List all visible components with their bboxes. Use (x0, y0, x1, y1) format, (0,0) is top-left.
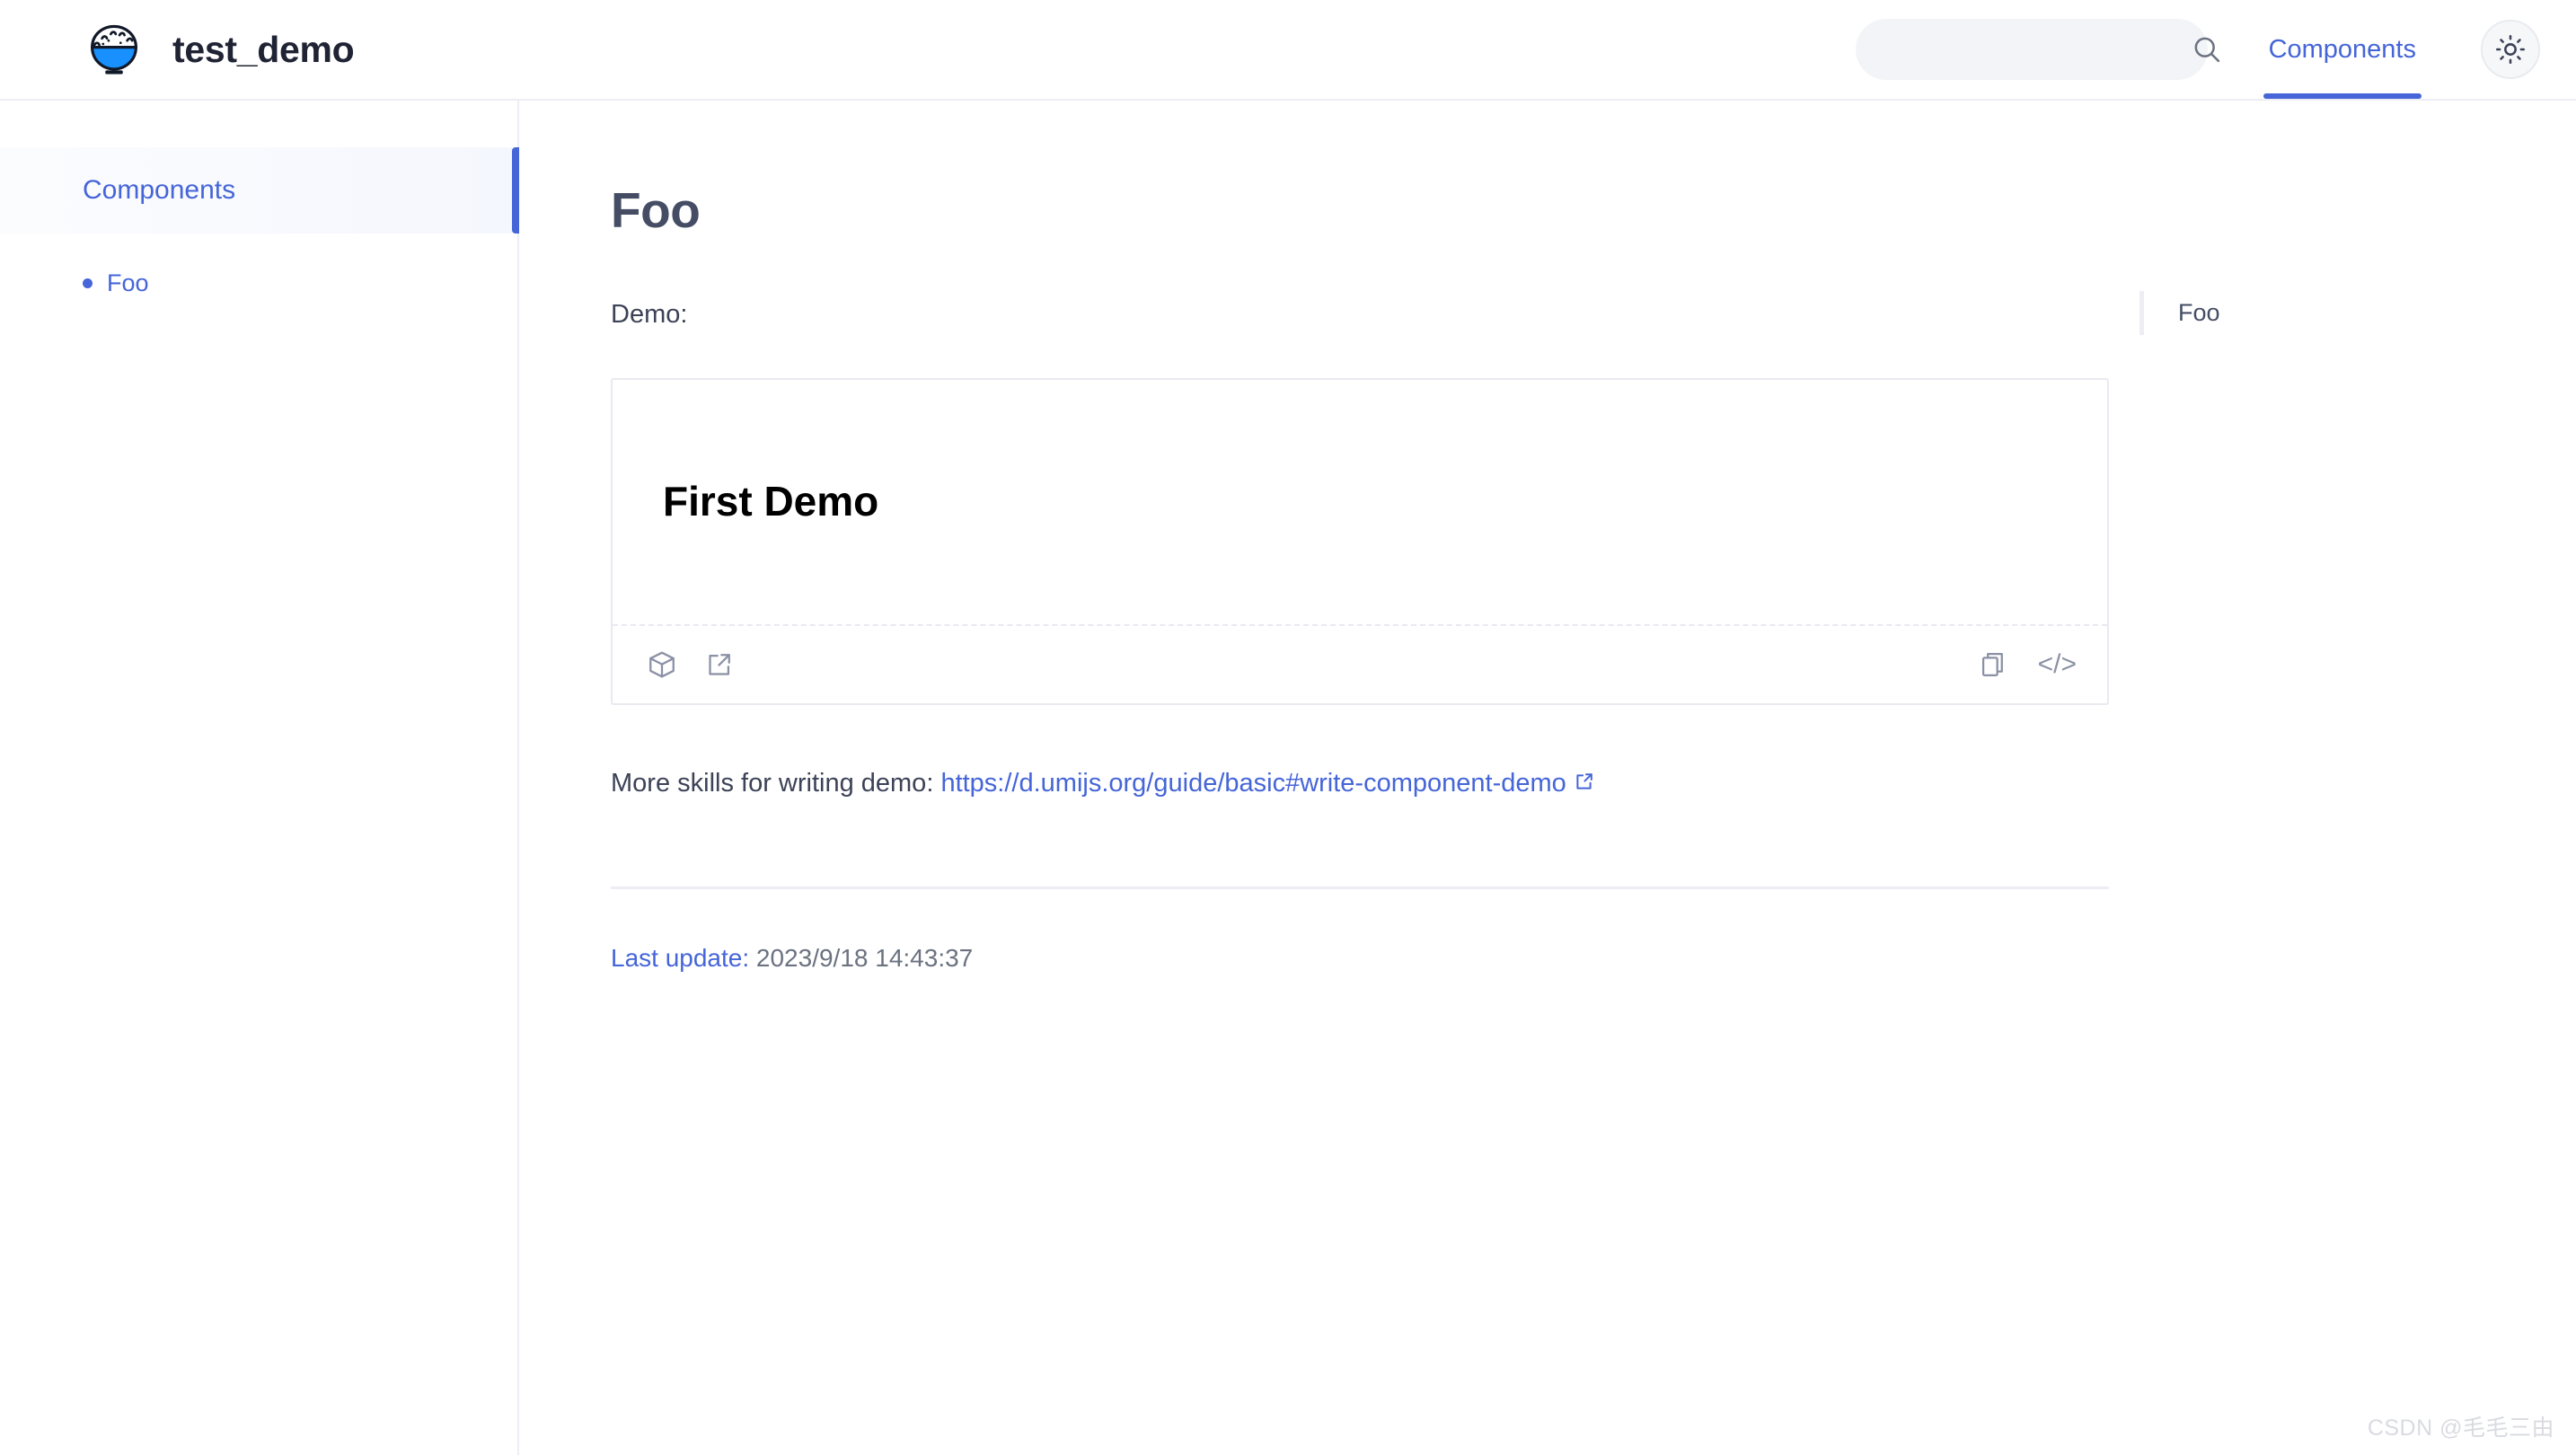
nav-item-label: Components (2268, 34, 2416, 64)
skills-text: More skills for writing demo: (611, 768, 934, 798)
demo-label: Demo: (611, 299, 688, 329)
brand-title: test_demo (172, 28, 355, 70)
search-input[interactable] (1885, 19, 2191, 80)
skills-link[interactable]: https://d.umijs.org/guide/basic#write-co… (940, 769, 1566, 798)
rice-bowl-logo (79, 14, 149, 84)
search-icon[interactable] (2191, 33, 2223, 66)
sidebar-group-components[interactable]: Components (0, 147, 519, 234)
demo-preview: First Demo (613, 380, 2107, 624)
theme-toggle-button[interactable] (2481, 20, 2540, 79)
demo-toolbar: </> (613, 623, 2107, 703)
codesandbox-box-icon[interactable] (647, 649, 677, 680)
search-box[interactable] (1855, 19, 2219, 80)
toc-panel: Foo (2109, 101, 2576, 1455)
demo-block: First Demo </> (611, 377, 2109, 705)
toc-item-label: Foo (2178, 299, 2220, 326)
external-link-icon[interactable] (704, 649, 735, 680)
sidebar-item-foo[interactable]: Foo (83, 268, 517, 299)
last-update: Last update: 2023/9/18 14:43:37 (611, 939, 2109, 977)
watermark: CSDN @毛毛三由 (2367, 1415, 2554, 1441)
sun-icon (2495, 34, 2526, 65)
demo-toolbar-right: </> (1979, 649, 2077, 680)
sidebar-group-title: Components (83, 175, 236, 205)
content-divider (611, 886, 2109, 890)
page-title: Foo (611, 182, 701, 238)
external-link-small-icon (1574, 763, 1595, 789)
copy-icon[interactable] (1979, 649, 2009, 680)
nav-item-components[interactable]: Components (2263, 0, 2422, 99)
sidebar-item-label: Foo (107, 269, 149, 296)
toc-list: Foo (2139, 291, 2576, 335)
demo-heading: First Demo (663, 478, 879, 525)
app-header: test_demo Components (0, 0, 2576, 101)
content-column: Foo Demo: First Demo </> More skills for… (519, 101, 2109, 1455)
main-area: Foo Demo: First Demo </> More skills for… (519, 101, 2576, 1455)
content-inner: Foo Demo: First Demo </> More skills for… (611, 183, 2109, 977)
last-update-value: 2023/9/18 14:43:37 (755, 944, 974, 973)
header-nav: Components (2263, 0, 2422, 99)
demo-toolbar-left (647, 649, 735, 680)
brand[interactable]: test_demo (0, 14, 355, 84)
code-icon[interactable]: </> (2038, 650, 2077, 678)
header-right: Components (1855, 0, 2576, 99)
toc-item-foo[interactable]: Foo (2144, 291, 2576, 335)
app-root: test_demo Components Components Foo Foo … (0, 0, 2576, 1455)
last-update-label: Last update: (611, 944, 750, 973)
app-body: Components Foo Foo Demo: First Demo </> … (0, 101, 2576, 1455)
sidebar: Components Foo (0, 101, 519, 1455)
sidebar-list: Foo (0, 234, 517, 299)
bullet-icon (83, 278, 93, 289)
skills-line: More skills for writing demo: https://d.… (611, 763, 2109, 804)
